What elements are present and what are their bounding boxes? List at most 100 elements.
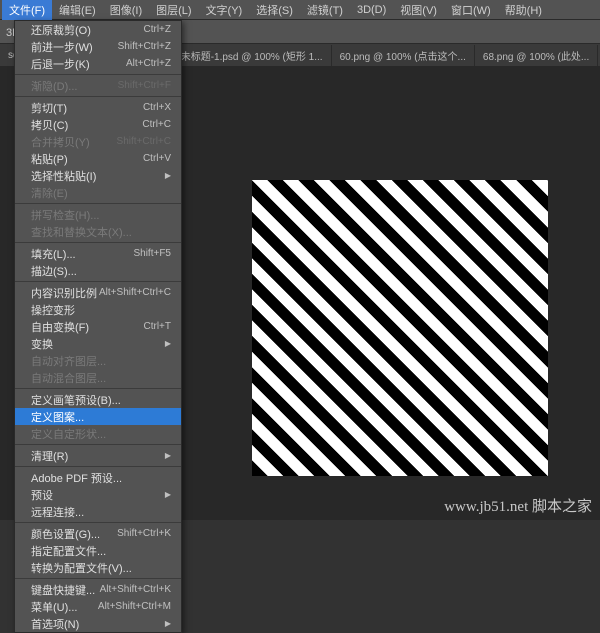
menu-7[interactable]: 3D(D) [350, 2, 393, 18]
menu-item-label: 定义画笔预设(B)... [31, 392, 121, 408]
menu-item-label: 后退一步(K) [31, 56, 90, 72]
menu-item-label: Adobe PDF 预设... [31, 470, 122, 486]
menu-3[interactable]: 图层(L) [149, 0, 198, 20]
menu-item-label: 定义自定形状... [31, 426, 106, 442]
menu-item-13: 拼写检查(H)... [15, 206, 181, 223]
menu-item-37[interactable]: 指定配置文件... [15, 542, 181, 559]
menu-item-label: 定义图案... [31, 409, 84, 425]
watermark: www.jb51.net 脚本之家 [444, 495, 592, 516]
diagonal-pattern [252, 180, 548, 476]
menu-item-0[interactable]: 还原裁剪(O) Ctrl+Z [15, 21, 181, 38]
menu-item-label: 首选项(N) [31, 616, 79, 632]
document-canvas[interactable] [252, 180, 548, 476]
submenu-arrow-icon: ▶ [165, 619, 171, 628]
menu-item-32[interactable]: Adobe PDF 预设... [15, 469, 181, 486]
submenu-arrow-icon: ▶ [165, 490, 171, 499]
menu-item-20[interactable]: 操控变形 [15, 301, 181, 318]
menu-item-label: 指定配置文件... [31, 543, 106, 559]
menu-item-label: 自动对齐图层... [31, 353, 106, 369]
menu-item-label: 变换 [31, 336, 53, 352]
shortcut: Alt+Shift+Ctrl+M [98, 601, 171, 612]
menu-item-label: 内容识别比例 [31, 285, 97, 301]
menu-item-40[interactable]: 键盘快捷键...Alt+Shift+Ctrl+K [15, 581, 181, 598]
menu-item-24: 自动混合图层... [15, 369, 181, 386]
menu-8[interactable]: 视图(V) [393, 0, 444, 20]
menu-item-41[interactable]: 菜单(U)... Alt+Shift+Ctrl+M [15, 598, 181, 615]
menu-item-6[interactable]: 剪切(T) Ctrl+X [15, 99, 181, 116]
menu-item-label: 描边(S)... [31, 263, 77, 279]
menu-item-10[interactable]: 选择性粘贴(I) ▶ [15, 167, 181, 184]
shortcut: Ctrl+Z [144, 24, 172, 35]
shortcut: Ctrl+V [143, 153, 171, 164]
menu-item-1[interactable]: 前进一步(W) Shift+Ctrl+Z [15, 38, 181, 55]
shortcut: Alt+Shift+Ctrl+C [99, 287, 171, 298]
doc-tab-3[interactable]: 60.png @ 100% (点击这个... [332, 45, 475, 66]
shortcut: Ctrl+T [144, 321, 172, 332]
menu-0[interactable]: 文件(F) [2, 0, 52, 20]
submenu-arrow-icon: ▶ [165, 451, 171, 460]
menu-item-label: 粘贴(P) [31, 151, 68, 167]
menu-item-label: 自动混合图层... [31, 370, 106, 386]
menu-item-label: 填充(L)... [31, 246, 76, 262]
submenu-arrow-icon: ▶ [165, 171, 171, 180]
menu-item-19[interactable]: 内容识别比例Alt+Shift+Ctrl+C [15, 284, 181, 301]
menu-item-label: 拷贝(C) [31, 117, 68, 133]
menu-item-label: 颜色设置(G)... [31, 526, 100, 542]
menu-item-label: 菜单(U)... [31, 599, 77, 615]
menu-item-8: 合并拷贝(Y) Shift+Ctrl+C [15, 133, 181, 150]
menu-item-28: 定义自定形状... [15, 425, 181, 442]
menu-item-label: 合并拷贝(Y) [31, 134, 90, 150]
menu-item-22[interactable]: 变换▶ [15, 335, 181, 352]
menu-item-23: 自动对齐图层... [15, 352, 181, 369]
menu-item-label: 查找和替换文本(X)... [31, 224, 132, 240]
menu-2[interactable]: 图像(I) [103, 0, 149, 20]
menu-item-36[interactable]: 颜色设置(G)... Shift+Ctrl+K [15, 525, 181, 542]
menu-4[interactable]: 文字(Y) [199, 0, 250, 20]
shortcut: Shift+Ctrl+K [117, 528, 171, 539]
menu-item-27[interactable]: 定义图案... [15, 408, 181, 425]
menu-item-label: 操控变形 [31, 302, 75, 318]
menu-item-label: 渐隐(D)... [31, 78, 77, 94]
menu-item-38[interactable]: 转换为配置文件(V)... [15, 559, 181, 576]
shortcut: Ctrl+C [142, 119, 171, 130]
menu-item-label: 自由变换(F) [31, 319, 89, 335]
menu-6[interactable]: 滤镜(T) [300, 0, 350, 20]
menu-item-26[interactable]: 定义画笔预设(B)... [15, 391, 181, 408]
menu-item-33[interactable]: 预设▶ [15, 486, 181, 503]
menu-item-label: 拼写检查(H)... [31, 207, 99, 223]
menu-9[interactable]: 窗口(W) [444, 0, 498, 20]
shortcut: Ctrl+X [143, 102, 171, 113]
shortcut: Shift+F5 [133, 248, 171, 259]
menu-item-label: 清除(E) [31, 185, 68, 201]
menu-item-14: 查找和替换文本(X)... [15, 223, 181, 240]
menu-item-9[interactable]: 粘贴(P) Ctrl+V [15, 150, 181, 167]
menu-item-21[interactable]: 自由变换(F) Ctrl+T [15, 318, 181, 335]
shortcut: Shift+Ctrl+Z [118, 41, 171, 52]
menu-item-34[interactable]: 远程连接... [15, 503, 181, 520]
edit-menu-dropdown: 还原裁剪(O) Ctrl+Z 前进一步(W) Shift+Ctrl+Z 后退一步(K) A… [14, 20, 182, 633]
menu-10[interactable]: 帮助(H) [498, 0, 549, 20]
menu-item-4: 渐隐(D)... Shift+Ctrl+F [15, 77, 181, 94]
shortcut: Alt+Ctrl+Z [126, 58, 171, 69]
menu-item-label: 清理(R) [31, 448, 68, 464]
menu-5[interactable]: 选择(S) [249, 0, 300, 20]
menu-1[interactable]: 编辑(E) [52, 0, 103, 20]
menu-item-11: 清除(E) [15, 184, 181, 201]
menu-item-7[interactable]: 拷贝(C) Ctrl+C [15, 116, 181, 133]
menu-item-2[interactable]: 后退一步(K) Alt+Ctrl+Z [15, 55, 181, 72]
menu-item-30[interactable]: 清理(R) ▶ [15, 447, 181, 464]
shortcut: Shift+Ctrl+C [117, 136, 171, 147]
menu-item-label: 还原裁剪(O) [31, 22, 91, 38]
menu-item-label: 剪切(T) [31, 100, 67, 116]
menu-item-label: 前进一步(W) [31, 39, 93, 55]
menu-item-17[interactable]: 描边(S)... [15, 262, 181, 279]
menu-item-42[interactable]: 首选项(N) ▶ [15, 615, 181, 632]
menu-item-label: 键盘快捷键... [31, 582, 95, 598]
doc-tab-2[interactable]: 未标题-1.psd @ 100% (矩形 1... [173, 45, 332, 66]
menu-item-16[interactable]: 填充(L)... Shift+F5 [15, 245, 181, 262]
menu-item-label: 转换为配置文件(V)... [31, 560, 132, 576]
menubar: 文件(F)编辑(E)图像(I)图层(L)文字(Y)选择(S)滤镜(T)3D(D)… [0, 0, 600, 20]
shortcut: Shift+Ctrl+F [118, 80, 171, 91]
menu-item-label: 选择性粘贴(I) [31, 168, 96, 184]
doc-tab-4[interactable]: 68.png @ 100% (此处... [475, 45, 598, 66]
